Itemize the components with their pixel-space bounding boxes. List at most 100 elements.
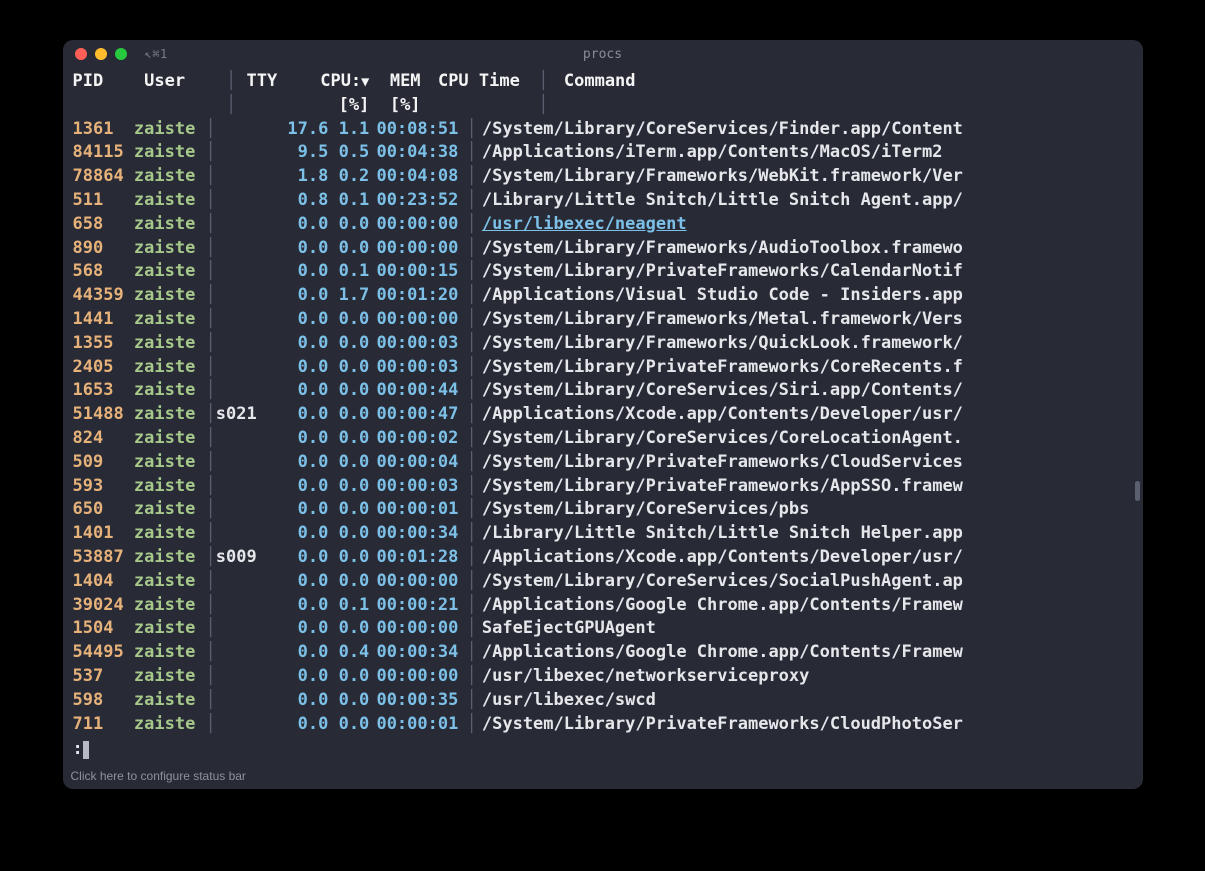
process-row[interactable]: 890zaiste│0.00.000:00:00│/System/Library… [73,237,1133,261]
minimize-icon[interactable] [95,48,107,60]
column-separator: │ [461,498,481,522]
cell-command: /Applications/Xcode.app/Contents/Develop… [482,546,963,570]
cell-time: 00:23:52 [369,189,461,213]
terminal-content[interactable]: PID User │ TTY CPU:▼ MEM CPU Time │ Comm… [63,68,1143,766]
process-row[interactable]: 593zaiste│0.00.000:00:03│/System/Library… [73,475,1133,499]
cell-pid: 39024 [73,594,134,618]
cell-user: zaiste [134,713,206,737]
header-cpu-time[interactable]: CPU Time [431,70,523,94]
cell-cpu: 0.0 [267,498,328,522]
cell-time: 00:00:35 [369,689,461,713]
process-row[interactable]: 1653zaiste│0.00.000:00:44│/System/Librar… [73,379,1133,403]
process-row[interactable]: 598zaiste│0.00.000:00:35│/usr/libexec/sw… [73,689,1133,713]
cell-mem: 0.0 [328,570,369,594]
cell-command: /System/Library/Frameworks/AudioToolbox.… [482,237,963,261]
cell-cpu: 0.0 [267,665,328,689]
process-row[interactable]: 44359zaiste│0.01.700:01:20│/Applications… [73,284,1133,308]
cell-command: /System/Library/Frameworks/Metal.framewo… [482,308,963,332]
process-row[interactable]: 1404zaiste│0.00.000:00:00│/System/Librar… [73,570,1133,594]
cell-pid: 890 [73,237,134,261]
process-row[interactable]: 53887zaiste│s0090.00.000:01:28│/Applicat… [73,546,1133,570]
header-user[interactable]: User [144,70,216,94]
column-separator: │ [226,94,236,118]
header-cpu[interactable]: CPU:▼ [308,70,369,94]
cell-cpu: 9.5 [267,141,328,165]
process-row[interactable]: 1401zaiste│0.00.000:00:34│/Library/Littl… [73,522,1133,546]
column-separator: │ [206,713,216,737]
column-separator: │ [461,713,481,737]
column-separator: │ [206,546,216,570]
process-row[interactable]: 78864zaiste│1.80.200:04:08│/System/Libra… [73,165,1133,189]
column-separator: │ [206,118,216,142]
cell-command-link[interactable]: /usr/libexec/neagent [482,213,687,237]
cell-pid: 511 [73,189,134,213]
prompt-char: : [73,739,83,759]
cell-command: /Applications/Google Chrome.app/Contents… [482,594,963,618]
column-separator: │ [206,594,216,618]
cell-cpu: 0.0 [267,594,328,618]
process-row[interactable]: 39024zaiste│0.00.100:00:21│/Applications… [73,594,1133,618]
cell-command: /System/Library/CoreServices/SocialPushA… [482,570,963,594]
process-row[interactable]: 54495zaiste│0.00.400:00:34│/Applications… [73,641,1133,665]
process-row[interactable]: 1441zaiste│0.00.000:00:00│/System/Librar… [73,308,1133,332]
cell-time: 00:00:00 [369,308,461,332]
column-separator: │ [206,356,216,380]
cell-time: 00:00:00 [369,665,461,689]
cell-command: /Applications/iTerm.app/Contents/MacOS/i… [482,141,943,165]
cell-user: zaiste [134,141,206,165]
process-row[interactable]: 537zaiste│0.00.000:00:00│/usr/libexec/ne… [73,665,1133,689]
process-row[interactable]: 568zaiste│0.00.100:00:15│/System/Library… [73,260,1133,284]
cell-user: zaiste [134,594,206,618]
close-icon[interactable] [75,48,87,60]
process-row[interactable]: 51488zaiste│s0210.00.000:00:47│/Applicat… [73,403,1133,427]
cell-command: /System/Library/PrivateFrameworks/CoreRe… [482,356,963,380]
header-command[interactable]: Command [564,70,636,94]
column-separator: │ [206,165,216,189]
column-separator: │ [206,213,216,237]
cell-cpu: 0.8 [267,189,328,213]
process-row[interactable]: 511zaiste│0.80.100:23:52│/Library/Little… [73,189,1133,213]
process-row[interactable]: 1504zaiste│0.00.000:00:00│SafeEjectGPUAg… [73,617,1133,641]
sort-desc-icon: ▼ [361,74,369,90]
scrollbar[interactable] [1135,74,1140,730]
process-row[interactable]: 711zaiste│0.00.000:00:01│/System/Library… [73,713,1133,737]
cell-user: zaiste [134,308,206,332]
cell-time: 00:01:20 [369,284,461,308]
command-prompt[interactable]: : [73,738,1133,762]
tab-indicator[interactable]: ↖⌘1 [145,47,168,61]
column-separator: │ [461,189,481,213]
cell-cpu: 0.0 [267,451,328,475]
cell-mem: 0.4 [328,641,369,665]
process-row[interactable]: 2405zaiste│0.00.000:00:03│/System/Librar… [73,356,1133,380]
window-titlebar: ↖⌘1 procs [63,40,1143,68]
cell-mem: 0.0 [328,332,369,356]
cell-time: 00:00:00 [369,237,461,261]
process-row[interactable]: 650zaiste│0.00.000:00:01│/System/Library… [73,498,1133,522]
cell-mem: 0.0 [328,403,369,427]
header-mem[interactable]: MEM [380,70,421,94]
header-tty[interactable]: TTY [247,70,298,94]
cell-user: zaiste [134,118,206,142]
process-row[interactable]: 84115zaiste│9.50.500:04:38│/Applications… [73,141,1133,165]
column-separator: │ [461,213,481,237]
cell-time: 00:00:34 [369,641,461,665]
process-row[interactable]: 509zaiste│0.00.000:00:04│/System/Library… [73,451,1133,475]
status-bar[interactable]: Click here to configure status bar [63,766,1143,789]
process-row[interactable]: 1361zaiste│17.61.100:08:51│/System/Libra… [73,118,1133,142]
column-separator: │ [206,379,216,403]
process-row[interactable]: 1355zaiste│0.00.000:00:03│/System/Librar… [73,332,1133,356]
process-row[interactable]: 824zaiste│0.00.000:00:02│/System/Library… [73,427,1133,451]
column-separator: │ [461,617,481,641]
header-pid[interactable]: PID [73,70,134,94]
cell-user: zaiste [134,522,206,546]
cell-user: zaiste [134,665,206,689]
column-separator: │ [461,641,481,665]
cell-mem: 0.1 [328,260,369,284]
cell-pid: 1355 [73,332,134,356]
header-cpu-unit: [%] [308,94,369,118]
cell-pid: 1653 [73,379,134,403]
cell-time: 00:00:47 [369,403,461,427]
cell-tty: s021 [216,403,267,427]
process-row[interactable]: 658zaiste│0.00.000:00:00│/usr/libexec/ne… [73,213,1133,237]
zoom-icon[interactable] [115,48,127,60]
